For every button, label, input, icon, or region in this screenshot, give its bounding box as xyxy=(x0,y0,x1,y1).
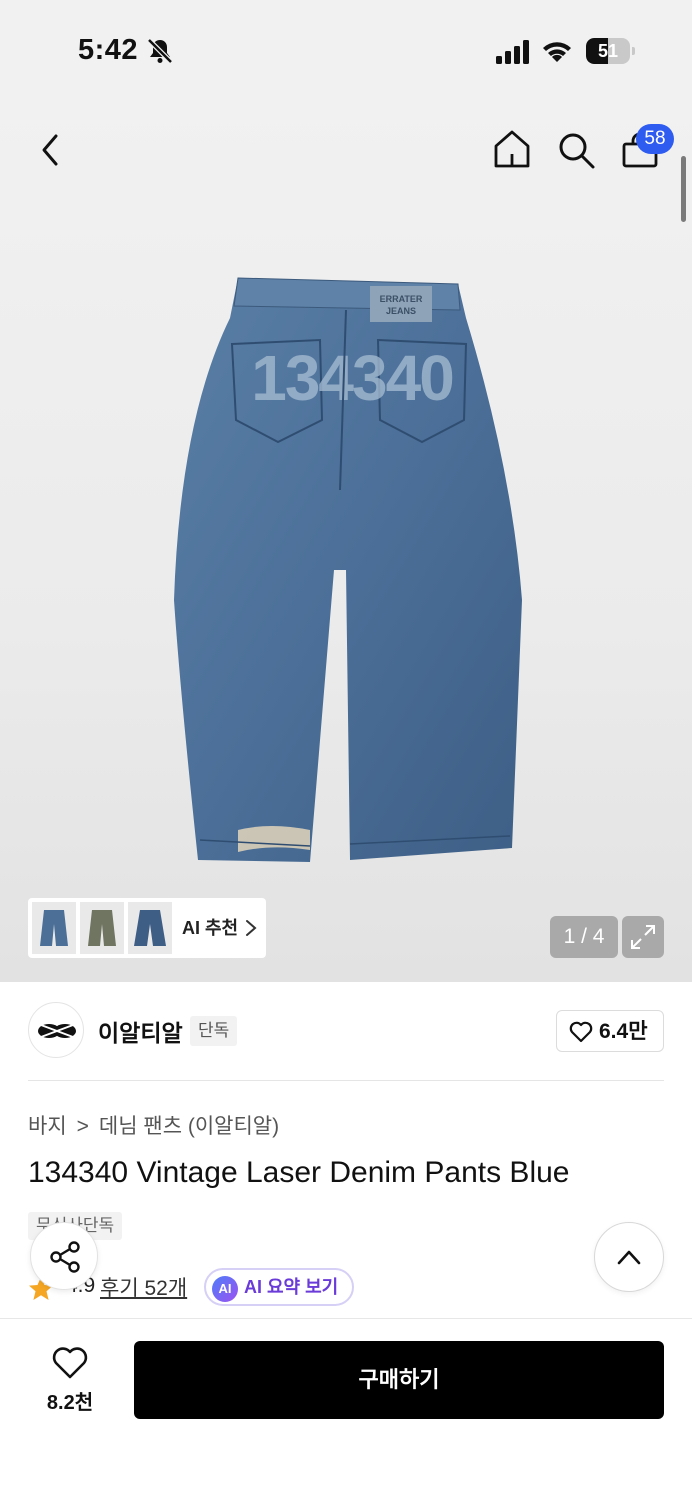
ai-summary-button[interactable]: AI AI 요약 보기 xyxy=(204,1268,355,1306)
reviews-link[interactable]: 후기 52개 xyxy=(100,1272,187,1302)
image-page-indicator: 1 / 4 xyxy=(550,916,618,958)
recommend-thumbnail[interactable] xyxy=(80,902,124,954)
scrollbar[interactable] xyxy=(681,156,686,222)
product-image-jeans[interactable]: ERRATER JEANS 134340 xyxy=(160,270,540,870)
breadcrumb: 바지 > 데님 팬츠 (이알티알) xyxy=(28,1110,279,1140)
wifi-icon xyxy=(543,42,571,62)
battery-icon: 51 xyxy=(586,38,636,64)
ai-recommend-strip[interactable]: AI 추천 xyxy=(28,898,266,958)
recommend-thumbnail[interactable] xyxy=(128,902,172,954)
status-time: 5:42 xyxy=(78,34,139,66)
ai-recommend-label[interactable]: AI 추천 xyxy=(182,898,238,958)
exclusive-badge: 단독 xyxy=(190,1016,238,1046)
brand-name[interactable]: 이알티알 xyxy=(98,1014,183,1048)
home-icon[interactable] xyxy=(492,128,532,170)
expand-icon xyxy=(631,925,655,949)
product-title: 134340 Vintage Laser Denim Pants Blue xyxy=(28,1156,570,1189)
scroll-to-top-button[interactable] xyxy=(594,1222,664,1292)
heart-icon xyxy=(569,1021,593,1043)
expand-button[interactable] xyxy=(622,916,664,958)
brand-logo[interactable] xyxy=(28,1002,84,1058)
buy-button[interactable]: 구매하기 xyxy=(134,1341,664,1419)
chevron-up-icon xyxy=(617,1250,641,1265)
breadcrumb-separator: > xyxy=(76,1115,89,1138)
back-icon[interactable] xyxy=(34,130,66,170)
breadcrumb-category[interactable]: 바지 xyxy=(28,1115,67,1138)
breadcrumb-subcategory[interactable]: 데님 팬츠 (이알티알) xyxy=(99,1115,279,1138)
status-bar: 5:42 51 xyxy=(0,0,692,100)
chevron-right-icon xyxy=(246,920,257,936)
bell-slash-icon xyxy=(147,38,173,64)
wishlist-heart-icon[interactable] xyxy=(52,1346,88,1380)
search-icon[interactable] xyxy=(556,130,596,170)
jeans-print-text: 134340 xyxy=(251,342,453,414)
svg-text:ERRATER: ERRATER xyxy=(380,294,423,304)
share-button[interactable] xyxy=(30,1222,98,1290)
share-icon xyxy=(50,1241,80,1273)
ai-badge-icon: AI xyxy=(212,1276,238,1302)
cart-count-badge: 58 xyxy=(636,124,674,154)
ai-summary-label: AI 요약 보기 xyxy=(244,1277,339,1297)
svg-text:JEANS: JEANS xyxy=(386,306,416,316)
recommend-thumbnail[interactable] xyxy=(32,902,76,954)
divider xyxy=(28,1080,664,1081)
wishlist-count: 8.2천 xyxy=(46,1392,94,1414)
signal-icon xyxy=(496,40,529,64)
brand-like-button[interactable]: 6.4만 xyxy=(556,1010,664,1052)
brand-patch xyxy=(370,286,432,322)
brand-like-count: 6.4만 xyxy=(599,1020,648,1043)
